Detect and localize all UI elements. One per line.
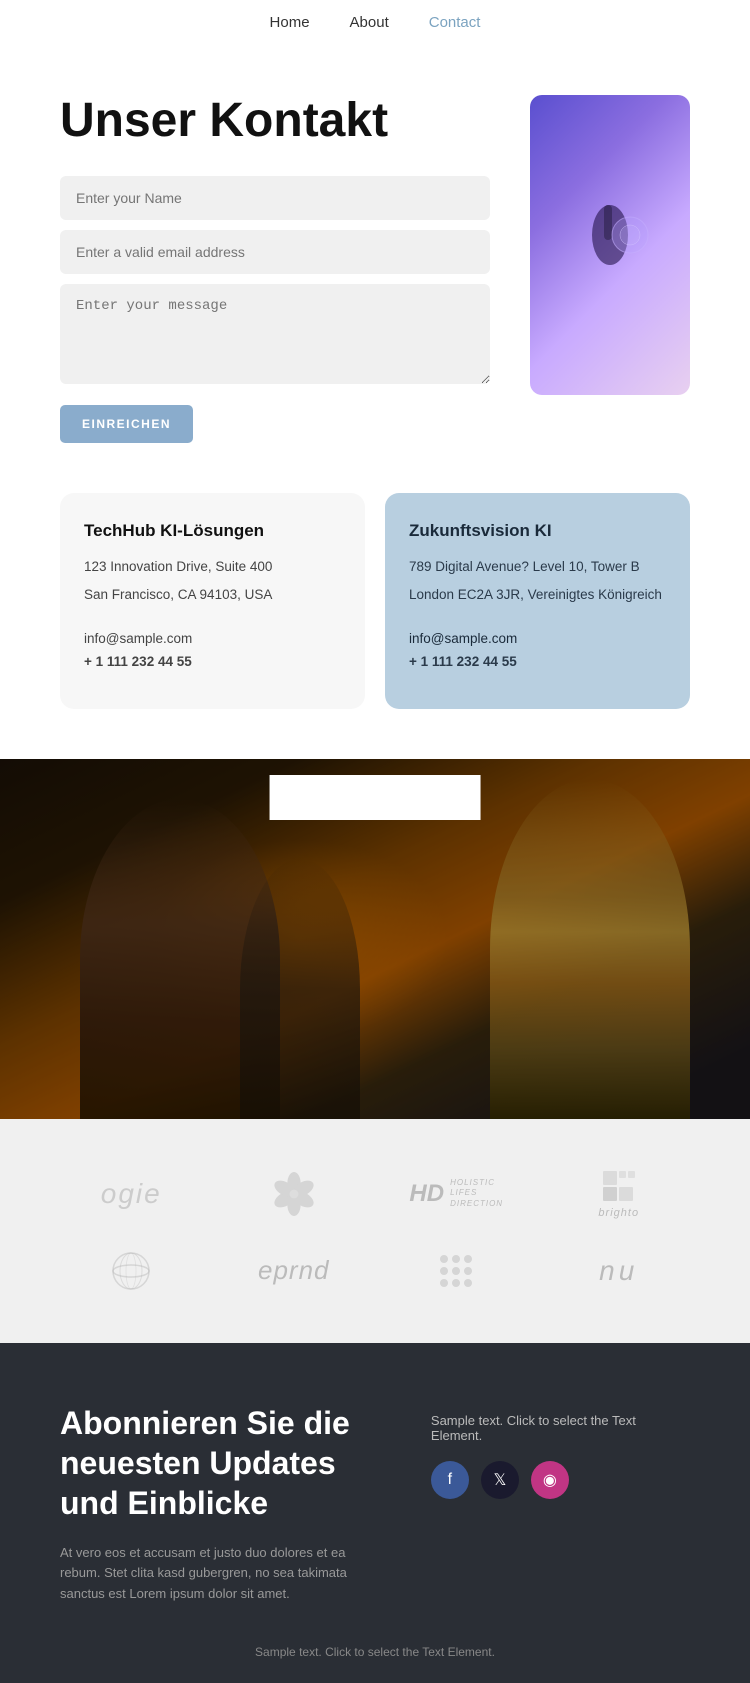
card-2-phone: + 1 111 232 44 55 bbox=[409, 652, 666, 672]
facebook-icon[interactable]: f bbox=[431, 1461, 469, 1499]
banner-nav: Home About Contact bbox=[270, 775, 481, 820]
logo-ogie: ogie bbox=[101, 1178, 162, 1210]
logo-hd: HD HOLISTICLIFESDIRECTION bbox=[409, 1178, 503, 1209]
twitter-icon[interactable]: 𝕏 bbox=[481, 1461, 519, 1499]
cards-section: TechHub KI-Lösungen 123 Innovation Drive… bbox=[0, 493, 750, 759]
nav-home[interactable]: Home bbox=[270, 14, 310, 31]
hero-image bbox=[530, 95, 690, 395]
card-zukunft: Zukunftsvision KI 789 Digital Avenue? Le… bbox=[385, 493, 690, 709]
instagram-icon[interactable]: ◉ bbox=[531, 1461, 569, 1499]
nav-about[interactable]: About bbox=[350, 14, 389, 31]
email-input[interactable] bbox=[60, 230, 490, 274]
contact-image bbox=[530, 95, 690, 395]
facebook-letter: f bbox=[448, 1471, 452, 1489]
logo-flower bbox=[272, 1172, 316, 1216]
footer-heading: Abonnieren Sie die neuesten Updates und … bbox=[60, 1403, 371, 1523]
banner-nav-home[interactable]: Home bbox=[270, 789, 310, 806]
card-2-title: Zukunftsvision KI bbox=[409, 521, 666, 541]
card-1-phone: + 1 111 232 44 55 bbox=[84, 652, 341, 672]
submit-button[interactable]: EINREICHEN bbox=[60, 405, 193, 443]
logo-sphere bbox=[109, 1249, 153, 1293]
logo-nu: nu bbox=[599, 1255, 638, 1287]
nav-contact[interactable]: Contact bbox=[429, 14, 481, 31]
banner-nav-about[interactable]: About bbox=[350, 789, 389, 806]
logo-dots bbox=[434, 1249, 478, 1293]
message-input[interactable] bbox=[60, 284, 490, 384]
banner-nav-contact[interactable]: Contact bbox=[429, 789, 481, 806]
logo-eprnd: eprnd bbox=[258, 1255, 330, 1286]
logo-brighto: brighto bbox=[598, 1169, 639, 1219]
main-nav: Home About Contact bbox=[0, 0, 750, 45]
card-1-title: TechHub KI-Lösungen bbox=[84, 521, 341, 541]
footer-bottom-text: Sample text. Click to select the Text El… bbox=[255, 1645, 495, 1659]
card-1-email[interactable]: info@sample.com bbox=[84, 631, 341, 646]
page-title: Unser Kontakt bbox=[60, 95, 490, 148]
card-2-address2: London EC2A 3JR, Vereinigtes Königreich bbox=[409, 585, 666, 605]
instagram-letter: ◉ bbox=[543, 1470, 557, 1490]
footer-sample-text: Sample text. Click to select the Text El… bbox=[431, 1413, 690, 1443]
contact-form-side: Unser Kontakt EINREICHEN bbox=[60, 95, 490, 443]
footer-body: At vero eos et accusam et justo duo dolo… bbox=[60, 1543, 371, 1605]
card-2-address1: 789 Digital Avenue? Level 10, Tower B bbox=[409, 557, 666, 577]
banner-section: Home About Contact bbox=[0, 759, 750, 1119]
twitter-letter: 𝕏 bbox=[493, 1470, 506, 1490]
footer-right: Sample text. Click to select the Text El… bbox=[431, 1403, 690, 1529]
footer-bottom: Sample text. Click to select the Text El… bbox=[0, 1645, 750, 1683]
logo-ogie-text: ogie bbox=[101, 1178, 162, 1210]
card-2-email[interactable]: info@sample.com bbox=[409, 631, 666, 646]
social-icons: f 𝕏 ◉ bbox=[431, 1461, 690, 1499]
footer-section: Abonnieren Sie die neuesten Updates und … bbox=[0, 1343, 750, 1645]
footer-left: Abonnieren Sie die neuesten Updates und … bbox=[60, 1403, 371, 1605]
card-1-address2: San Francisco, CA 94103, USA bbox=[84, 585, 341, 605]
logos-grid: ogie HD HOLISTICLIFESDIRECTION bbox=[60, 1169, 690, 1293]
logos-section: ogie HD HOLISTICLIFESDIRECTION bbox=[0, 1119, 750, 1343]
card-1-address1: 123 Innovation Drive, Suite 400 bbox=[84, 557, 341, 577]
name-input[interactable] bbox=[60, 176, 490, 220]
contact-section: Unser Kontakt EINREICHEN bbox=[0, 45, 750, 493]
card-techhub: TechHub KI-Lösungen 123 Innovation Drive… bbox=[60, 493, 365, 709]
